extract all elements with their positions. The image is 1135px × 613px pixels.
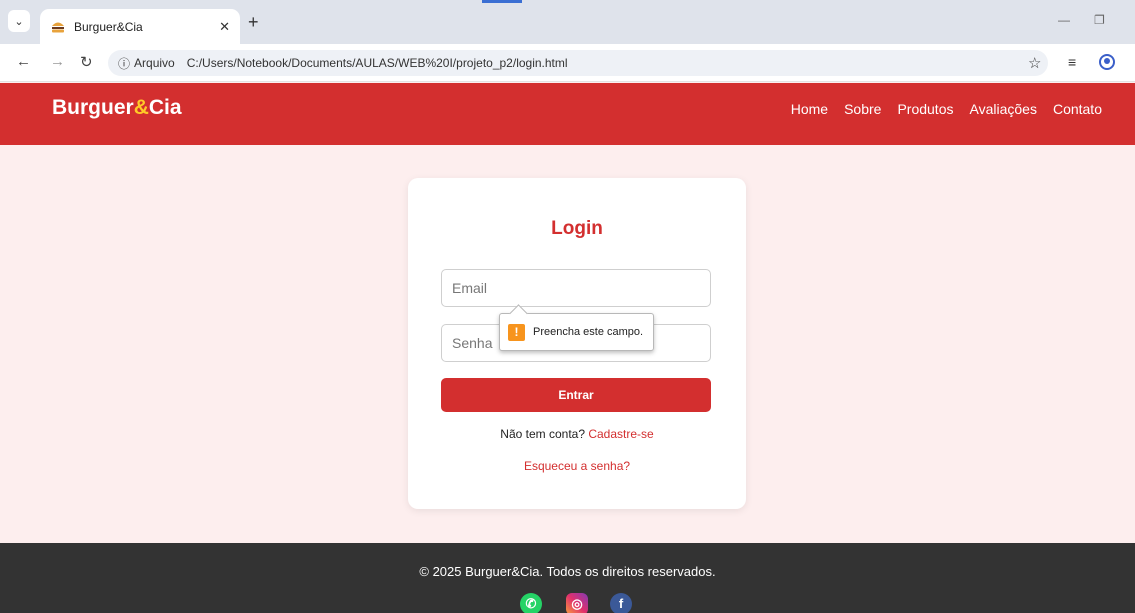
logo-text-main: Burguer [52,96,134,119]
tab-title: Burguer&Cia [74,19,143,34]
forgot-password-link[interactable]: Esqueceu a senha? [408,459,746,473]
login-title: Login [551,218,603,239]
site-header: Burguer&Cia Home Sobre Produtos Avaliaçõ… [0,83,1135,145]
signup-link[interactable]: Cadastre-se [588,427,653,441]
nav-avaliacoes[interactable]: Avaliações [970,101,1037,117]
validation-message: Preencha este campo. [533,326,644,338]
signup-prompt: Não tem conta? Cadastre-se [408,427,746,441]
back-icon[interactable]: ← [16,53,31,70]
copyright-text: © 2025 Burguer&Cia. Todos os direitos re… [419,564,716,579]
facebook-icon[interactable]: f [610,593,632,613]
browser-tab[interactable]: Burguer&Cia ✕ [40,9,240,44]
minimize-icon[interactable]: — [1058,13,1070,27]
instagram-icon[interactable]: ◎ [566,593,588,613]
site-logo[interactable]: Burguer&Cia [52,96,182,120]
bookmark-star-icon[interactable]: ☆ [1028,54,1041,72]
restore-icon[interactable]: ❐ [1094,13,1105,27]
nav-home[interactable]: Home [791,101,828,117]
tab-search-button[interactable]: ⌄ [8,10,30,32]
validation-tooltip: ! Preencha este campo. [499,313,654,351]
reload-icon[interactable]: ↻ [80,53,93,71]
nav-contato[interactable]: Contato [1053,101,1102,117]
logo-ampersand: & [133,96,149,119]
media-controls-icon[interactable]: ≡ [1068,54,1076,70]
address-bar[interactable]: ⓘ Arquivo C:/Users/Notebook/Documents/AU… [108,50,1048,76]
login-button[interactable]: Entrar [441,378,711,412]
burger-favicon-icon [52,22,64,32]
nav-sobre[interactable]: Sobre [844,101,881,117]
browser-tabstrip: ⌄ Burguer&Cia ✕ + — ❐ [0,0,1135,44]
new-tab-button[interactable]: + [248,12,259,33]
browser-toolbar: ← → ↻ ⓘ Arquivo C:/Users/Notebook/Docume… [0,44,1135,82]
loading-indicator [482,0,522,3]
warning-icon: ! [508,323,525,341]
email-field[interactable] [441,269,711,307]
site-info-label[interactable]: Arquivo [134,56,175,70]
tab-close-icon[interactable]: ✕ [219,19,230,35]
url-text[interactable]: C:/Users/Notebook/Documents/AULAS/WEB%20… [187,56,568,70]
whatsapp-icon[interactable]: ✆ [520,593,542,613]
nav-produtos[interactable]: Produtos [897,101,953,117]
signup-prompt-text: Não tem conta? [500,427,585,441]
logo-text-end: Cia [148,96,182,119]
forward-icon[interactable]: → [50,53,65,70]
info-icon[interactable]: ⓘ [118,55,130,72]
main-nav: Home Sobre Produtos Avaliações Contato [791,101,1102,117]
profile-icon[interactable] [1099,54,1115,70]
site-footer: © 2025 Burguer&Cia. Todos os direitos re… [0,543,1135,613]
